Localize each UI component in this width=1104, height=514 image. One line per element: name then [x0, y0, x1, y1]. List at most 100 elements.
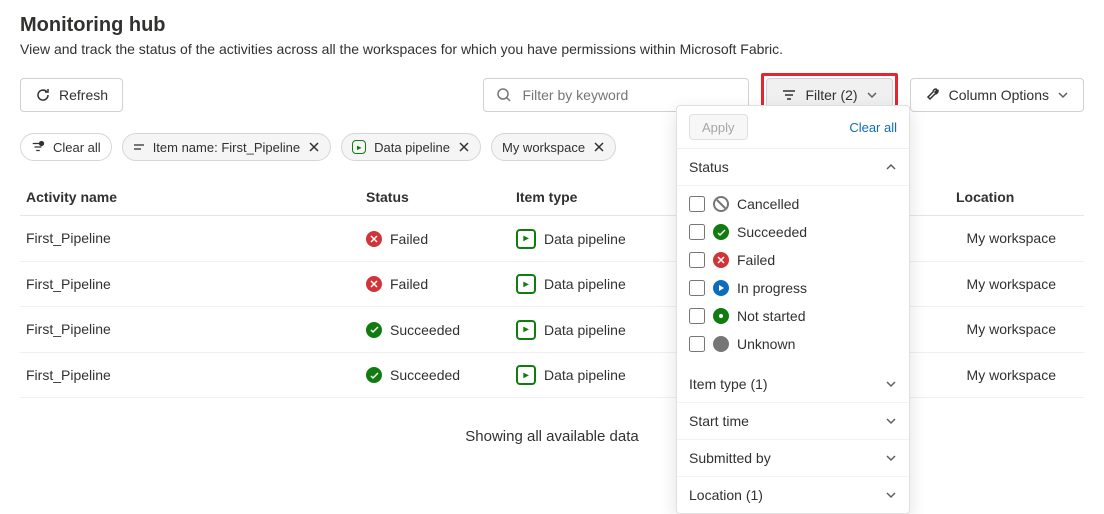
filter-chip-item-name[interactable]: Item name: First_Pipeline [122, 133, 331, 161]
activities-table: Activity name Status Item type Start Loc… [20, 179, 1084, 398]
close-icon[interactable] [458, 141, 470, 153]
filter-section-start-time[interactable]: Start time [677, 403, 909, 440]
wrench-icon [925, 87, 941, 103]
status-succeeded-icon [713, 224, 729, 240]
filter-section-label: Submitted by [689, 450, 771, 466]
cell-status: Failed [360, 216, 510, 262]
filter-option-cancelled[interactable]: Cancelled [677, 190, 909, 218]
col-item-type[interactable]: Item type [510, 179, 690, 216]
cell-location: My workspace [950, 352, 1084, 398]
filter-option-unknown[interactable]: Unknown [677, 330, 909, 358]
cell-activity: First_Pipeline [20, 307, 360, 353]
pipeline-icon: ▸ [516, 365, 536, 385]
clear-filter-icon [31, 140, 45, 154]
status-unknown-icon [713, 336, 729, 352]
status-failed-icon [366, 276, 382, 292]
pipeline-icon: ▸ [352, 140, 366, 154]
search-input[interactable] [520, 86, 736, 104]
refresh-label: Refresh [59, 87, 108, 103]
filter-section-label: Location (1) [689, 487, 763, 503]
table-row[interactable]: First_PipelineSucceeded▸Data pipeline3:4… [20, 307, 1084, 353]
chevron-down-icon [885, 378, 897, 390]
clear-all-link[interactable]: Clear all [849, 120, 897, 135]
search-icon [496, 87, 512, 103]
filter-option-label: Failed [737, 252, 775, 268]
filter-option-label: Unknown [737, 336, 795, 352]
filter-option-label: Succeeded [737, 224, 807, 240]
column-options-label: Column Options [949, 87, 1049, 103]
status-notstarted-icon [713, 308, 729, 324]
chip-label: Data pipeline [374, 140, 450, 155]
cell-activity: First_Pipeline [20, 261, 360, 307]
checkbox[interactable] [689, 336, 705, 352]
page-title: Monitoring hub [20, 14, 1084, 37]
apply-button[interactable]: Apply [689, 114, 748, 140]
filter-panel: Apply Clear all Status Cancelled Succeede… [676, 105, 910, 514]
page-subtitle: View and track the status of the activit… [20, 41, 1084, 57]
status-succeeded-icon [366, 322, 382, 338]
filter-chip-item-type[interactable]: ▸ Data pipeline [341, 133, 481, 161]
status-failed-icon [366, 231, 382, 247]
cell-status: Succeeded [360, 307, 510, 353]
col-status[interactable]: Status [360, 179, 510, 216]
refresh-button[interactable]: Refresh [20, 78, 123, 112]
close-icon[interactable] [593, 141, 605, 153]
clear-all-chip[interactable]: Clear all [20, 133, 112, 161]
table-row[interactable]: First_PipelineSucceeded▸Data pipeline6:0… [20, 352, 1084, 398]
table-row[interactable]: First_PipelineFailed▸Data pipeline3:40 P… [20, 216, 1084, 262]
cell-item-type: ▸Data pipeline [510, 352, 690, 398]
cell-location: My workspace [950, 261, 1084, 307]
filter-label: Filter (2) [805, 87, 857, 103]
filter-option-failed[interactable]: Failed [677, 246, 909, 274]
filter-section-status[interactable]: Status [677, 149, 909, 186]
cell-status: Succeeded [360, 352, 510, 398]
status-succeeded-icon [366, 367, 382, 383]
chevron-down-icon [885, 415, 897, 427]
table-header-row: Activity name Status Item type Start Loc… [20, 179, 1084, 216]
cell-item-type: ▸Data pipeline [510, 307, 690, 353]
checkbox[interactable] [689, 224, 705, 240]
cell-status: Failed [360, 261, 510, 307]
filter-section-label: Status [689, 159, 729, 175]
cell-location: My workspace [950, 216, 1084, 262]
clear-all-label: Clear all [53, 140, 101, 155]
cell-item-type: ▸Data pipeline [510, 216, 690, 262]
checkbox[interactable] [689, 280, 705, 296]
filter-chip-location[interactable]: My workspace [491, 133, 616, 161]
cell-location: My workspace [950, 307, 1084, 353]
filter-section-submitted-by[interactable]: Submitted by [677, 440, 909, 477]
checkbox[interactable] [689, 252, 705, 268]
showing-all-label: Showing all available data [20, 398, 1084, 475]
pipeline-icon: ▸ [516, 320, 536, 340]
table-row[interactable]: First_PipelineFailed▸Data pipeline4:15 P… [20, 261, 1084, 307]
column-options-button[interactable]: Column Options [910, 78, 1084, 112]
filter-option-inprogress[interactable]: In progress [677, 274, 909, 302]
checkbox[interactable] [689, 308, 705, 324]
filter-section-item-type[interactable]: Item type (1) [677, 366, 909, 403]
cell-activity: First_Pipeline [20, 352, 360, 398]
chevron-up-icon [885, 161, 897, 173]
filter-section-location[interactable]: Location (1) [677, 477, 909, 513]
pipeline-icon: ▸ [516, 229, 536, 249]
filter-option-succeeded[interactable]: Succeeded [677, 218, 909, 246]
filter-option-label: Not started [737, 308, 805, 324]
status-failed-icon [713, 252, 729, 268]
checkbox[interactable] [689, 196, 705, 212]
col-location[interactable]: Location [950, 179, 1084, 216]
action-row: Refresh Filter (2) Col [20, 73, 1084, 117]
status-inprogress-icon [713, 280, 729, 296]
filter-option-label: Cancelled [737, 196, 799, 212]
chevron-down-icon [885, 452, 897, 464]
filter-option-label: In progress [737, 280, 807, 296]
chip-label: Item name: First_Pipeline [153, 140, 300, 155]
close-icon[interactable] [308, 141, 320, 153]
col-activity[interactable]: Activity name [20, 179, 360, 216]
chip-label: My workspace [502, 140, 585, 155]
chevron-down-icon [866, 89, 878, 101]
filter-option-notstarted[interactable]: Not started [677, 302, 909, 330]
cell-activity: First_Pipeline [20, 216, 360, 262]
status-cancelled-icon [713, 196, 729, 212]
filter-chip-row: Clear all Item name: First_Pipeline ▸ Da… [20, 133, 1084, 161]
chevron-down-icon [1057, 89, 1069, 101]
chevron-down-icon [885, 489, 897, 501]
